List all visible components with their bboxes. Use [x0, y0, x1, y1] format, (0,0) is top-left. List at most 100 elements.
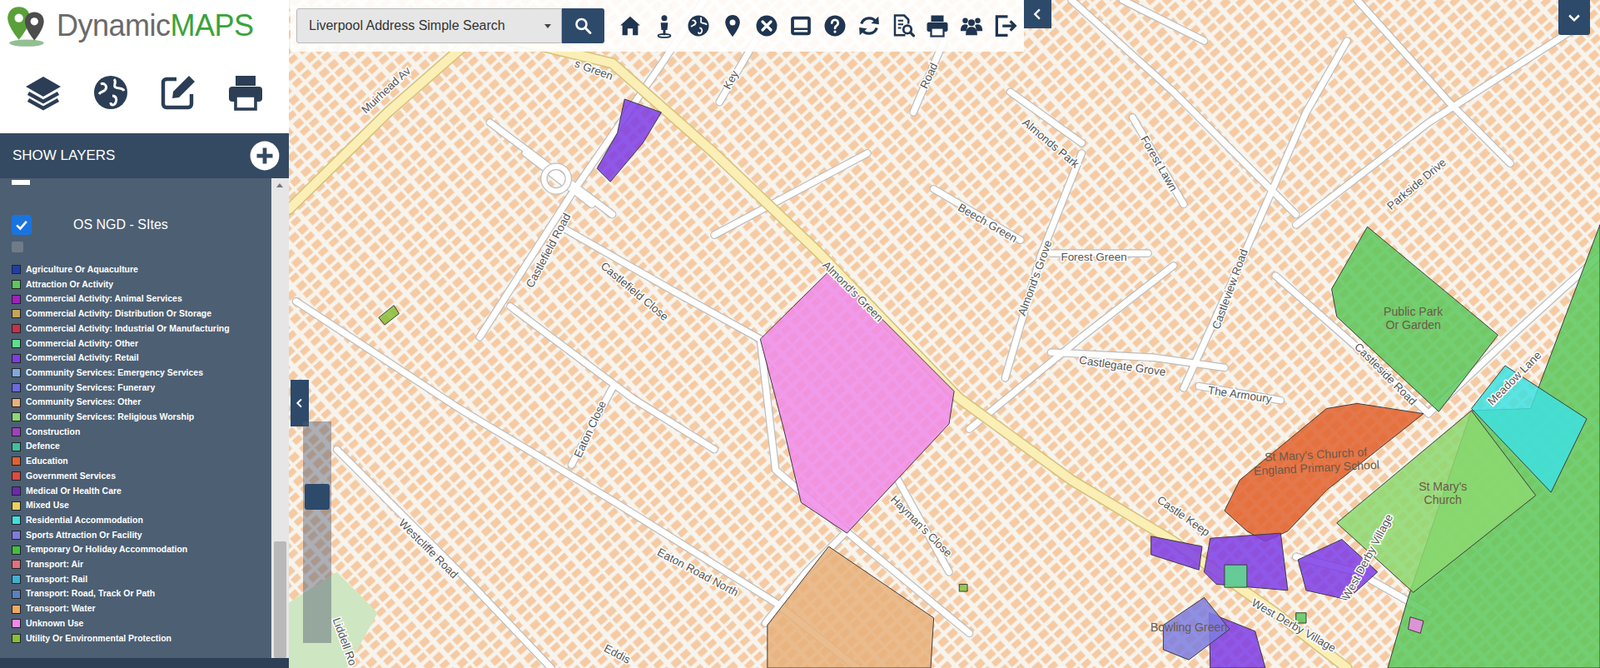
site-polygon[interactable]	[596, 99, 661, 182]
print-button[interactable]	[924, 13, 950, 39]
logo[interactable]: DynamicMAPS	[0, 0, 289, 52]
site-polygon[interactable]	[1203, 532, 1288, 591]
layers-icon	[23, 72, 64, 113]
site-polygon[interactable]	[767, 546, 935, 668]
legend-label: Residential Accommodation	[25, 512, 144, 528]
legend-swatch	[11, 618, 21, 628]
street-label: Almond's Grove	[1015, 238, 1055, 318]
refresh-icon	[856, 13, 882, 39]
legend-item: Community Services: Emergency Services	[11, 365, 272, 381]
legend-label: Commercial Activity: Other	[25, 336, 139, 352]
help-button[interactable]	[822, 13, 848, 39]
legend-label: Transport: Air	[25, 556, 84, 572]
sidebar-collapse-button[interactable]	[290, 379, 309, 427]
legend-item: Mixed Use	[11, 497, 272, 513]
toolbar-collapse-button[interactable]	[1023, 0, 1052, 29]
zoom-slider[interactable]	[303, 421, 332, 643]
street-label: West Derby Village	[1249, 596, 1338, 655]
street-label: Muirhead Av	[358, 64, 413, 116]
legend-swatch	[11, 397, 21, 408]
legend-label: Community Services: Funerary	[25, 380, 155, 396]
refresh-button[interactable]	[856, 13, 882, 39]
search-scope-select[interactable]: Liverpool Address Simple Search	[296, 8, 562, 44]
legend-label: Utility Or Environmental Protection	[25, 631, 172, 646]
sidebar-footer	[0, 657, 289, 668]
home-button[interactable]	[617, 13, 643, 39]
legend-swatch	[11, 323, 21, 333]
legend-swatch	[11, 559, 21, 569]
scrollbar[interactable]	[271, 178, 289, 658]
legend-item: Community Services: Religious Worship	[11, 409, 272, 425]
legend-label: Attraction Or Activity	[25, 277, 114, 293]
legend-swatch	[11, 427, 21, 437]
legend-item: Temporary Or Holiday Accommodation	[11, 541, 272, 557]
legend-item: Transport: Water	[11, 601, 272, 617]
site-label: Public ParkOr Garden	[1383, 304, 1444, 332]
legend-item: Unknown Use	[11, 616, 272, 632]
site-polygon[interactable]	[959, 583, 968, 592]
site-polygon[interactable]	[1331, 226, 1499, 412]
site-polygon[interactable]	[1151, 536, 1203, 570]
legend-swatch	[11, 456, 21, 466]
legend-item: Construction	[11, 424, 272, 440]
scroll-up-icon[interactable]	[276, 183, 284, 188]
map-pins-icon	[3, 1, 52, 50]
legend-label: Sports Attraction Or Facility	[25, 527, 143, 543]
street-label: Eaton Close	[571, 398, 610, 460]
scroll-thumb[interactable]	[273, 541, 287, 658]
panel-toggle-button[interactable]	[1558, 0, 1591, 35]
print-icon	[225, 72, 266, 113]
street-label: Liddell Ro	[330, 616, 360, 667]
add-layer-button[interactable]	[248, 139, 281, 172]
site-polygon[interactable]	[1408, 616, 1424, 634]
collapse-icon[interactable]	[11, 179, 30, 185]
doc-search-button[interactable]	[890, 13, 916, 39]
layer-checkbox[interactable]	[11, 214, 32, 235]
print-button[interactable]	[225, 72, 266, 113]
layer-row[interactable]: OS NGD - SItes	[11, 211, 272, 239]
legend-swatch	[11, 633, 21, 643]
legend-swatch	[11, 308, 21, 319]
layers-button[interactable]	[23, 72, 64, 113]
legend-swatch	[11, 264, 21, 274]
map[interactable]: Muirhead Avs GreenKeyRoadCastlefield Roa…	[288, 0, 1600, 668]
sidebar-toolbar	[0, 51, 289, 134]
legend-item: Sports Attraction Or Facility	[11, 527, 272, 543]
edit-button[interactable]	[158, 72, 199, 113]
legend-swatch	[11, 589, 21, 599]
site-polygon[interactable]	[760, 268, 955, 534]
legend-swatch	[11, 604, 21, 614]
close-button[interactable]	[754, 13, 780, 39]
legend-label: Education	[25, 453, 69, 469]
person-button[interactable]	[651, 13, 677, 39]
doc-search-icon	[890, 13, 916, 39]
street-label: Key	[720, 68, 741, 92]
site-polygon[interactable]	[1224, 564, 1248, 587]
window-button[interactable]	[788, 13, 814, 39]
group-button[interactable]	[959, 13, 984, 39]
map-canvas[interactable]: Muirhead Avs GreenKeyRoadCastlefield Roa…	[288, 0, 1600, 668]
person-icon	[651, 13, 677, 39]
legend-item: Commercial Activity: Industrial Or Manuf…	[11, 321, 272, 337]
legend-swatch	[11, 530, 21, 540]
street-label: Meadow Lane	[1485, 348, 1544, 408]
legend-item: Education	[11, 453, 272, 469]
street-label: Castleside Road	[1351, 340, 1419, 408]
globe-button[interactable]	[90, 72, 131, 113]
site-polygon[interactable]	[1471, 365, 1588, 492]
street-label: Almond's Green	[819, 258, 886, 324]
legend-label: Commercial Activity: Animal Services	[25, 291, 183, 307]
pin-button[interactable]	[720, 13, 746, 39]
zoom-handle[interactable]	[304, 483, 330, 510]
legend-swatch	[11, 471, 21, 481]
home-icon	[617, 13, 643, 39]
street-label: West Derby Village	[1340, 511, 1397, 602]
search-button[interactable]	[561, 8, 605, 44]
street-label: Parkside Drive	[1384, 155, 1449, 213]
street-label: Forest Green	[1060, 250, 1127, 264]
site-polygon[interactable]	[378, 305, 400, 325]
street-label: Castlefield Close	[598, 259, 671, 323]
globe-button[interactable]	[685, 13, 711, 39]
logout-button[interactable]	[993, 13, 1019, 39]
legend-label: Commercial Activity: Retail	[25, 350, 140, 366]
